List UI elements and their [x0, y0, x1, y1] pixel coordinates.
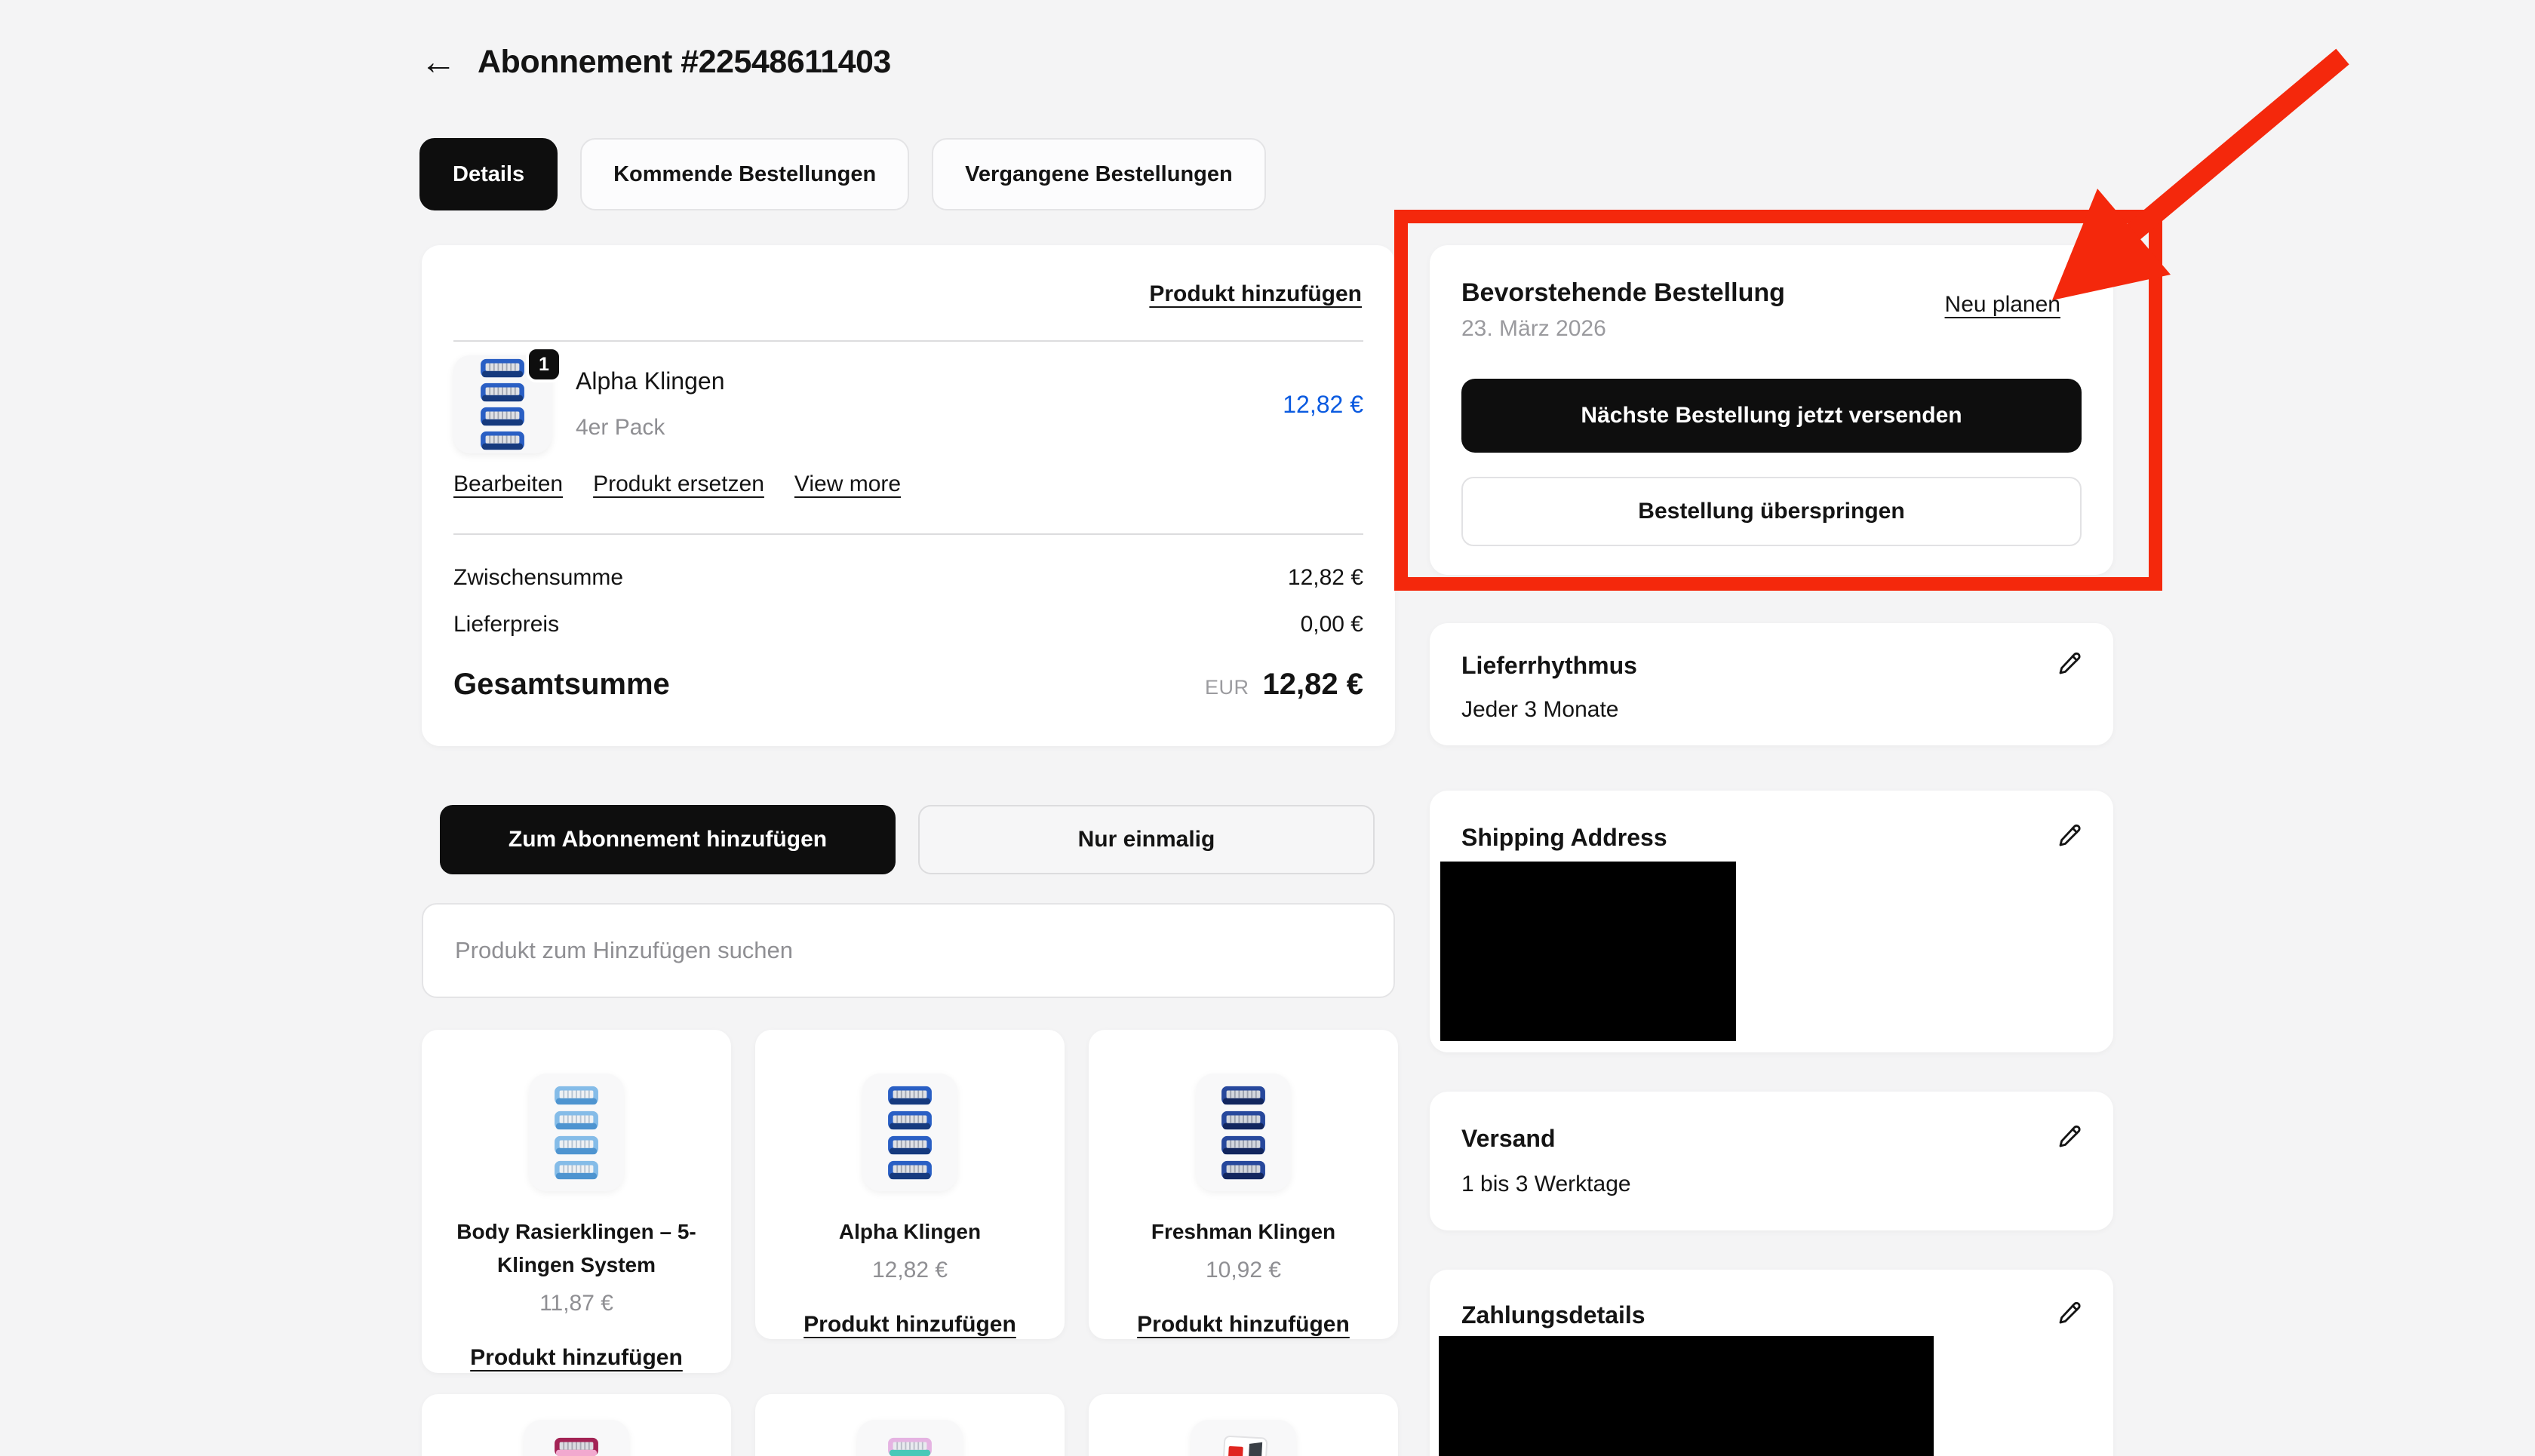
razor-cartridge-graphic — [886, 1160, 933, 1181]
razor-cartridge-graphic — [886, 1085, 933, 1106]
product-info: Alpha Klingen 4er Pack — [576, 355, 724, 441]
partial-product-card — [755, 1394, 1065, 1456]
razor-cartridge-graphic — [886, 1436, 933, 1456]
upcoming-order-date: 23. März 2026 — [1461, 316, 1606, 342]
divider — [453, 340, 1363, 342]
product-name: Body Rasierklingen – 5-Klingen System — [443, 1215, 710, 1282]
product-price: 12,82 € — [1283, 391, 1363, 419]
subtotal-value: 12,82 € — [1288, 565, 1363, 591]
back-arrow-icon[interactable]: ← — [420, 45, 456, 81]
upcoming-order-title: Bevorstehende Bestellung — [1461, 278, 1785, 308]
razor-cartridge-graphic — [1220, 1160, 1267, 1181]
product-card-body-rasierklingen: Body Rasierklingen – 5-Klingen System 11… — [422, 1030, 731, 1373]
razor-cartridge-graphic — [886, 1110, 933, 1131]
product-name: Alpha Klingen — [776, 1215, 1043, 1249]
product-search-input[interactable] — [422, 903, 1395, 998]
product-card-alpha-klingen: Alpha Klingen 12,82 € Produkt hinzufügen — [755, 1030, 1065, 1339]
tab-upcoming-orders[interactable]: Kommende Bestellungen — [580, 138, 909, 210]
total-row: Gesamtsumme EUR 12,82 € — [453, 668, 1363, 702]
razor-cartridge-graphic — [553, 1085, 600, 1106]
shipping-time-value: 1 bis 3 Werktage — [1461, 1172, 1631, 1197]
shipping-price-label: Lieferpreis — [453, 612, 559, 637]
razor-cartridge-graphic — [479, 406, 526, 427]
shipping-time-card: Versand 1 bis 3 Werktage — [1430, 1092, 2113, 1230]
partial-product-card — [422, 1394, 731, 1456]
razor-cartridge-graphic — [479, 382, 526, 403]
razor-cartridge-graphic — [553, 1436, 600, 1456]
razor-cartridge-graphic — [479, 358, 526, 379]
product-image — [529, 1074, 624, 1191]
product-price: 11,87 € — [422, 1291, 731, 1316]
product-name: Alpha Klingen — [576, 367, 724, 395]
edit-item-link[interactable]: Bearbeiten — [453, 472, 563, 497]
one-time-only-button[interactable]: Nur einmalig — [918, 805, 1375, 874]
subtotal-row: Zwischensumme 12,82 € — [453, 565, 1363, 591]
total-value: 12,82 € — [1263, 668, 1363, 702]
skip-order-button[interactable]: Bestellung überspringen — [1461, 477, 2082, 546]
annotation-arrow-shaft — [2133, 57, 2343, 232]
currency-label: EUR — [1205, 676, 1249, 699]
page-header: ← Abonnement #22548611403 — [420, 44, 891, 81]
divider — [453, 533, 1363, 535]
tab-details[interactable]: Details — [419, 138, 558, 210]
view-more-link[interactable]: View more — [794, 472, 901, 497]
product-image — [857, 1420, 963, 1456]
edit-icon[interactable] — [2056, 1123, 2083, 1154]
reschedule-link[interactable]: Neu planen — [1945, 292, 2060, 318]
shipping-price-row: Lieferpreis 0,00 € — [453, 612, 1363, 637]
add-to-subscription-button[interactable]: Zum Abonnement hinzufügen — [440, 805, 896, 874]
product-image — [524, 1420, 629, 1456]
add-product-link[interactable]: Produkt hinzufügen — [804, 1312, 1016, 1337]
subtotal-label: Zwischensumme — [453, 565, 623, 591]
subscription-item-row: 1 Alpha Klingen 4er Pack 12,82 € — [453, 355, 1363, 453]
razor-cartridge-graphic — [1220, 1085, 1267, 1106]
send-next-order-now-button[interactable]: Nächste Bestellung jetzt versenden — [1461, 379, 2082, 453]
card-title: Shipping Address — [1461, 824, 1667, 852]
razor-cartridge-graphic — [886, 1135, 933, 1156]
product-image — [862, 1074, 957, 1191]
item-actions: Bearbeiten Produkt ersetzen View more — [453, 472, 901, 497]
shipping-price-value: 0,00 € — [1301, 612, 1363, 637]
quantity-badge: 1 — [526, 346, 562, 382]
shipping-address-card: Shipping Address — [1430, 791, 2113, 1052]
product-variant: 4er Pack — [576, 415, 724, 441]
add-product-link[interactable]: Produkt hinzufügen — [470, 1345, 683, 1370]
redacted-shipping-address — [1440, 862, 1736, 1041]
upcoming-order-card: Bevorstehende Bestellung 23. März 2026 N… — [1430, 245, 2113, 575]
tab-bar: Details Kommende Bestellungen Vergangene… — [419, 138, 1266, 210]
partial-product-card: 02 — [1089, 1394, 1398, 1456]
order-summary-card: Produkt hinzufügen 1 Alpha Klingen 4 — [422, 245, 1395, 746]
product-card-freshman-klingen: Freshman Klingen 10,92 € Produkt hinzufü… — [1089, 1030, 1398, 1339]
shaving-cream-tube-graphic: 02 — [1219, 1436, 1268, 1456]
edit-icon[interactable] — [2056, 1300, 2083, 1331]
razor-cartridge-graphic — [1220, 1135, 1267, 1156]
product-image — [1196, 1074, 1291, 1191]
product-image: 02 — [1191, 1420, 1296, 1456]
product-name: Freshman Klingen — [1110, 1215, 1377, 1249]
page-title: Abonnement #22548611403 — [478, 44, 891, 81]
product-price: 10,92 € — [1089, 1258, 1398, 1283]
razor-cartridge-graphic — [553, 1135, 600, 1156]
subscription-details-page: ← Abonnement #22548611403 Details Kommen… — [0, 0, 2535, 1456]
tab-past-orders[interactable]: Vergangene Bestellungen — [932, 138, 1266, 210]
replace-product-link[interactable]: Produkt ersetzen — [593, 472, 764, 497]
product-price: 12,82 € — [755, 1258, 1065, 1283]
razor-cartridge-graphic — [1220, 1110, 1267, 1131]
redacted-payment-details — [1439, 1336, 1934, 1456]
add-product-link[interactable]: Produkt hinzufügen — [1137, 1312, 1350, 1337]
product-image: 1 — [453, 355, 552, 453]
edit-icon[interactable] — [2056, 822, 2083, 853]
card-title: Zahlungsdetails — [1461, 1301, 1645, 1329]
card-title: Lieferrhythmus — [1461, 652, 1637, 680]
payment-details-card: Zahlungsdetails — [1430, 1270, 2113, 1456]
razor-cartridge-graphic — [553, 1110, 600, 1131]
razor-cartridge-graphic — [553, 1160, 600, 1181]
card-title: Versand — [1461, 1125, 1556, 1153]
delivery-frequency-card: Lieferrhythmus Jeder 3 Monate — [1430, 623, 2113, 745]
total-label: Gesamtsumme — [453, 668, 670, 702]
edit-icon[interactable] — [2056, 650, 2083, 681]
frequency-value: Jeder 3 Monate — [1461, 697, 1618, 723]
razor-cartridge-graphic — [479, 430, 526, 451]
add-product-link[interactable]: Produkt hinzufügen — [1149, 281, 1362, 307]
